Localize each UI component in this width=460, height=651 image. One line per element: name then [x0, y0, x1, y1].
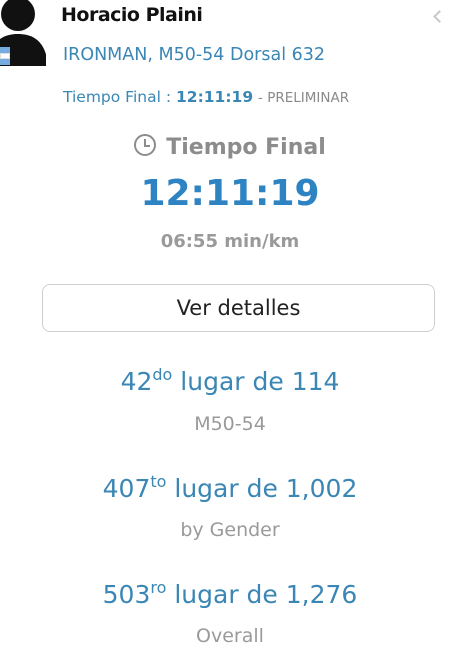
athlete-name: Horacio Plaini — [61, 4, 203, 26]
final-time-large: 12:11:19 — [140, 173, 320, 214]
final-time-value: 12:11:19 — [176, 88, 254, 106]
chevron-left-icon[interactable] — [433, 10, 446, 23]
rank-division-label: M50-54 — [194, 413, 266, 435]
clock-icon — [134, 134, 157, 156]
athlete-division: IRONMAN, M50-54 Dorsal 632 — [63, 45, 326, 65]
details-button[interactable]: Ver detalles — [42, 284, 435, 332]
rank-gender: 407to lugar de 1,002 — [102, 472, 358, 504]
section-title-text: Tiempo Final — [166, 135, 326, 160]
final-time-summary: Tiempo Final : 12:11:19 - PRELIMINAR — [63, 88, 349, 106]
rank-overall-label: Overall — [196, 625, 264, 647]
pace-value: 06:55 min/km — [160, 231, 300, 252]
rank-overall: 503ro lugar de 1,276 — [102, 578, 358, 610]
rank-gender-label: by Gender — [180, 519, 280, 541]
final-time-label: Tiempo Final : — [63, 88, 172, 106]
status-badge: - PRELIMINAR — [258, 90, 350, 106]
flag-icon — [0, 47, 10, 67]
rank-division: 42do lugar de 114 — [120, 365, 340, 397]
section-title: Tiempo Final — [0, 134, 460, 160]
